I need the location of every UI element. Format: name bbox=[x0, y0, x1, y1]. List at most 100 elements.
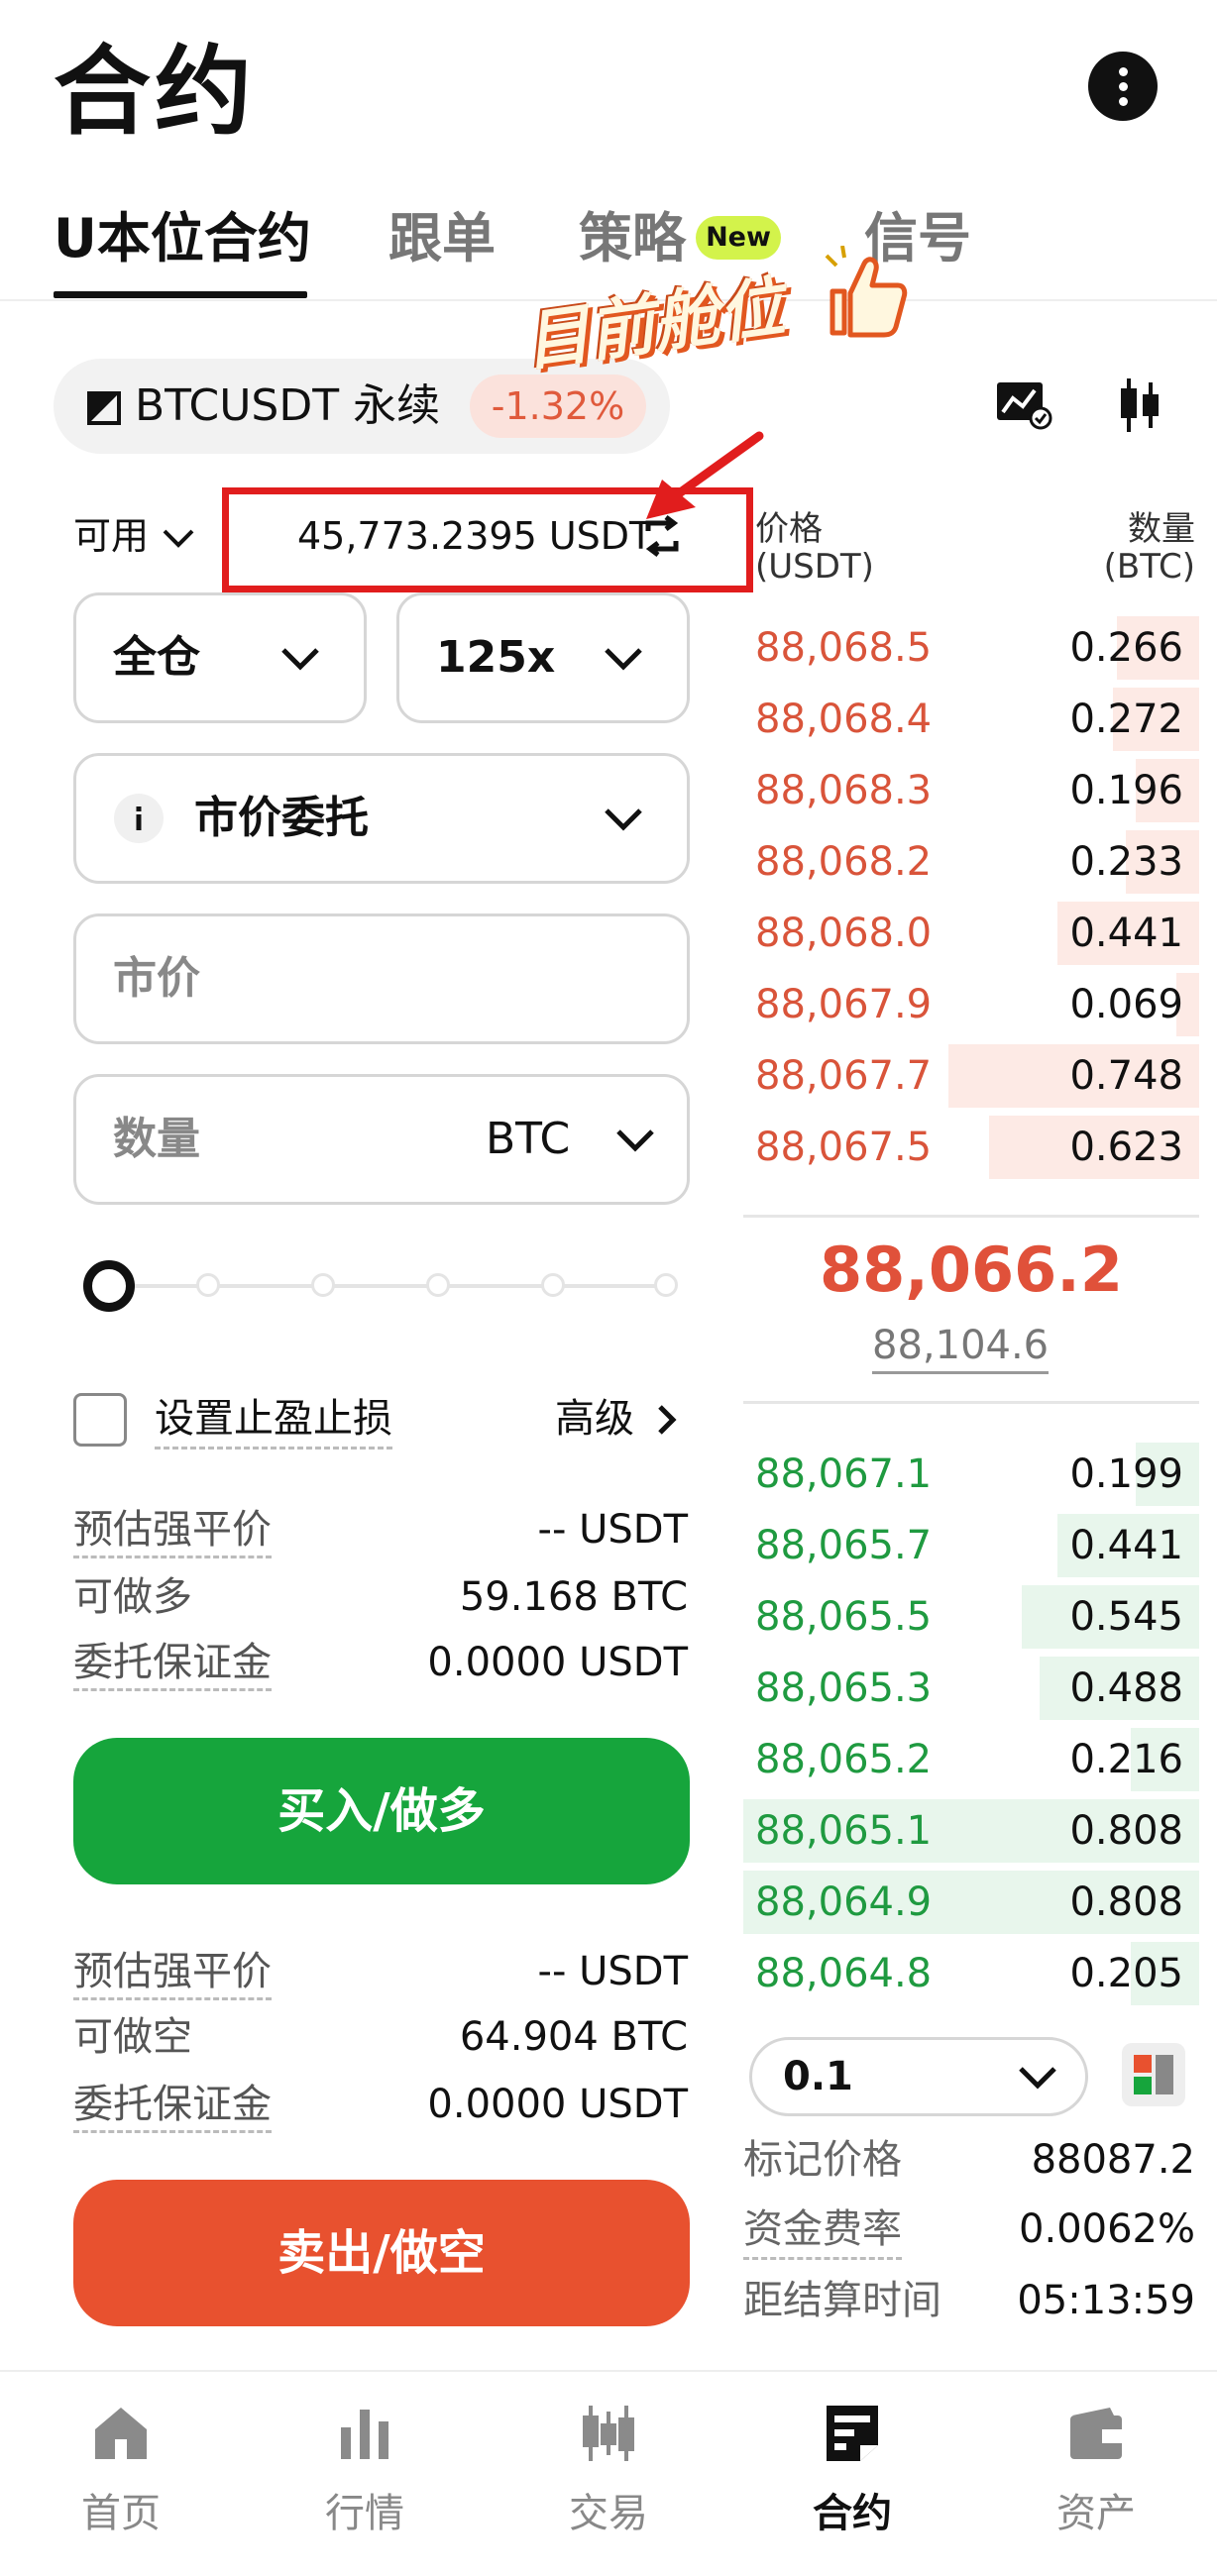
mark-price-value: 88087.2 bbox=[1031, 2137, 1195, 2183]
leverage-value: 125x bbox=[436, 632, 556, 683]
settlement-countdown-value: 05:13:59 bbox=[1017, 2278, 1195, 2323]
ob-price-header: 价格 bbox=[755, 509, 823, 549]
sell-short-button[interactable]: 卖出/做空 bbox=[73, 2180, 690, 2326]
funding-rate-label[interactable]: 资金费率 bbox=[743, 2201, 902, 2260]
bid-price: 88,064.8 bbox=[755, 1951, 933, 1996]
quantity-unit[interactable]: BTC bbox=[486, 1110, 570, 1169]
chart-icon[interactable] bbox=[995, 378, 1052, 430]
ob-qty-header: 数量 bbox=[1128, 509, 1195, 549]
ask-row[interactable]: 88,068.4 0.272 bbox=[743, 684, 1199, 755]
nav-label: 首页 bbox=[81, 2491, 161, 2536]
order-type-select[interactable] bbox=[73, 753, 690, 884]
slider-step[interactable] bbox=[426, 1273, 450, 1297]
ask-row[interactable]: 88,068.5 0.266 bbox=[743, 612, 1199, 684]
index-price[interactable]: 88,104.6 bbox=[872, 1320, 1050, 1374]
margin-mode-value: 全仓 bbox=[113, 632, 200, 683]
tab-copy-trading[interactable]: 跟单 bbox=[388, 204, 496, 273]
ask-price: 88,068.0 bbox=[755, 911, 933, 956]
slider-step[interactable] bbox=[541, 1273, 565, 1297]
settlement-countdown-label: 距结算时间 bbox=[743, 2278, 941, 2323]
nav-market[interactable]: 行情 bbox=[266, 2402, 464, 2540]
advanced-button[interactable]: 高级 bbox=[555, 1391, 634, 1447]
bid-row[interactable]: 88,065.2 0.216 bbox=[743, 1724, 1199, 1795]
bid-row[interactable]: 88,067.1 0.199 bbox=[743, 1439, 1199, 1510]
orderbook-layout-icon[interactable] bbox=[1122, 2043, 1185, 2106]
short-margin-value: 0.0000 USDT bbox=[427, 2082, 688, 2127]
trade-icon bbox=[583, 2406, 634, 2461]
chevron-down-icon bbox=[605, 648, 642, 671]
nav-assets[interactable]: 资产 bbox=[997, 2402, 1195, 2540]
bid-price: 88,067.1 bbox=[755, 1451, 933, 1497]
more-dot-icon bbox=[1119, 97, 1128, 106]
nav-futures[interactable]: 合约 bbox=[753, 2402, 951, 2540]
max-long-label: 可做多 bbox=[73, 1574, 192, 1620]
tab-usdt-futures[interactable]: U本位合约 bbox=[54, 204, 311, 273]
nav-label: 合约 bbox=[813, 2491, 892, 2536]
more-options-button[interactable] bbox=[1088, 52, 1158, 121]
max-short-label: 可做空 bbox=[73, 2014, 192, 2060]
tpsl-checkbox[interactable] bbox=[73, 1393, 127, 1447]
tpsl-label[interactable]: 设置止盈止损 bbox=[155, 1391, 392, 1449]
ask-row[interactable]: 88,067.5 0.623 bbox=[743, 1112, 1199, 1183]
tab-strategy[interactable]: 策略 bbox=[579, 204, 686, 273]
ask-row[interactable]: 88,068.0 0.441 bbox=[743, 898, 1199, 969]
max-short-value: 64.904 BTC bbox=[459, 2014, 688, 2060]
bid-qty: 0.441 bbox=[1069, 1523, 1183, 1568]
bid-row[interactable]: 88,065.1 0.808 bbox=[743, 1795, 1199, 1867]
depth-step-value: 0.1 bbox=[783, 2054, 853, 2099]
slider-handle[interactable] bbox=[83, 1260, 135, 1312]
long-liq-price-label[interactable]: 预估强平价 bbox=[73, 1504, 272, 1558]
ask-row[interactable]: 88,068.3 0.196 bbox=[743, 755, 1199, 826]
position-sticker: 目前舱位 bbox=[518, 268, 790, 381]
thumbs-up-icon bbox=[825, 246, 908, 338]
bid-row[interactable]: 88,065.3 0.488 bbox=[743, 1653, 1199, 1724]
chevron-down-icon bbox=[163, 529, 194, 548]
ask-row[interactable]: 88,068.2 0.233 bbox=[743, 826, 1199, 898]
ask-qty: 0.069 bbox=[1069, 982, 1183, 1027]
ask-price: 88,067.7 bbox=[755, 1053, 933, 1099]
nav-label: 行情 bbox=[325, 2491, 404, 2536]
short-margin-label[interactable]: 委托保证金 bbox=[73, 2079, 272, 2133]
bid-row[interactable]: 88,065.5 0.545 bbox=[743, 1581, 1199, 1653]
new-badge: New bbox=[696, 216, 781, 260]
bid-row[interactable]: 88,065.7 0.441 bbox=[743, 1510, 1199, 1581]
bid-row[interactable]: 88,064.8 0.205 bbox=[743, 1938, 1199, 2009]
annotation-arrow-icon bbox=[646, 431, 764, 519]
bid-qty: 0.216 bbox=[1069, 1737, 1183, 1782]
chevron-down-icon bbox=[281, 648, 319, 671]
bid-price: 88,064.9 bbox=[755, 1879, 933, 1925]
nav-home[interactable]: 首页 bbox=[22, 2402, 220, 2540]
slider-step[interactable] bbox=[196, 1273, 220, 1297]
contract-type-icon bbox=[87, 391, 121, 425]
ask-price: 88,068.4 bbox=[755, 697, 933, 742]
price-change-badge: -1.32% bbox=[470, 375, 646, 438]
bid-qty: 0.808 bbox=[1069, 1879, 1183, 1925]
candlestick-icon[interactable] bbox=[1118, 376, 1162, 434]
ask-qty: 0.748 bbox=[1069, 1053, 1183, 1099]
bid-row[interactable]: 88,064.9 0.808 bbox=[743, 1867, 1199, 1938]
wallet-icon bbox=[1070, 2408, 1122, 2459]
funding-rate-value: 0.0062% bbox=[1019, 2206, 1195, 2252]
more-dot-icon bbox=[1119, 67, 1128, 76]
ask-row[interactable]: 88,067.7 0.748 bbox=[743, 1040, 1199, 1112]
nav-trade[interactable]: 交易 bbox=[509, 2402, 708, 2540]
buy-long-button[interactable]: 买入/做多 bbox=[73, 1738, 690, 1884]
info-icon[interactable] bbox=[113, 793, 165, 844]
available-label[interactable]: 可用 bbox=[73, 511, 196, 561]
long-margin-label[interactable]: 委托保证金 bbox=[73, 1637, 272, 1691]
chevron-down-icon bbox=[616, 1129, 654, 1152]
bid-qty: 0.205 bbox=[1069, 1951, 1183, 1996]
slider-step[interactable] bbox=[654, 1273, 678, 1297]
symbol-name: BTCUSDT 永续 bbox=[135, 380, 441, 431]
last-price: 88,066.2 bbox=[820, 1234, 1123, 1306]
slider-step[interactable] bbox=[311, 1273, 335, 1297]
percent-slider[interactable] bbox=[109, 1284, 674, 1288]
quantity-placeholder: 数量 bbox=[113, 1114, 200, 1164]
active-tab-indicator bbox=[54, 291, 307, 298]
long-liq-price-value: -- USDT bbox=[537, 1507, 688, 1553]
short-liq-price-label[interactable]: 预估强平价 bbox=[73, 1946, 272, 2000]
nav-label: 交易 bbox=[569, 2491, 648, 2536]
order-type-value: 市价委托 bbox=[194, 793, 369, 843]
ob-divider bbox=[743, 1401, 1199, 1404]
ask-row[interactable]: 88,067.9 0.069 bbox=[743, 969, 1199, 1040]
